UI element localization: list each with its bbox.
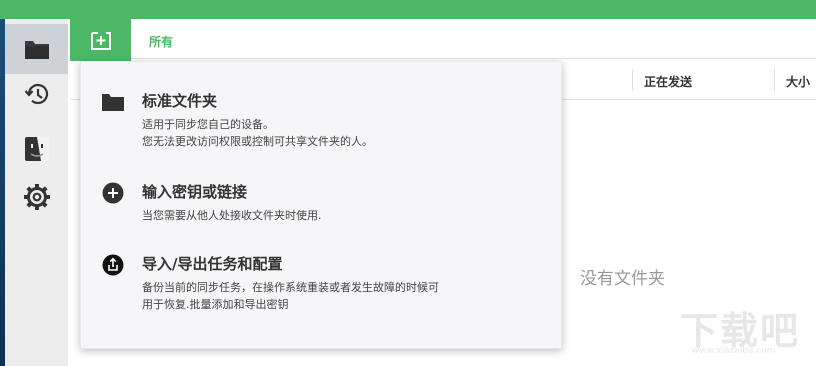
column-header-sending[interactable]: 正在发送 xyxy=(644,73,692,90)
title-bar xyxy=(0,0,816,19)
sidebar-item-finder[interactable] xyxy=(5,124,68,174)
add-folder-button[interactable] xyxy=(70,19,131,61)
column-divider xyxy=(632,69,633,91)
menu-item-title: 输入密钥或链接 xyxy=(142,183,248,201)
column-header-size[interactable]: 大小 xyxy=(786,73,810,90)
menu-item-title: 导入/导出任务和配置 xyxy=(142,255,283,273)
description-line: 您无法更改访问权限或控制可共享文件夹的人。 xyxy=(142,135,373,148)
tab-divider xyxy=(131,58,816,59)
column-divider xyxy=(774,69,775,91)
plus-circle-icon xyxy=(101,181,125,205)
menu-item-description: 当您需要从他人处接收文件夹时使用. xyxy=(142,207,542,224)
description-line: 当您需要从他人处接收文件夹时使用. xyxy=(142,209,322,222)
menu-item-description: 适用于同步您自己的设备。 您无法更改访问权限或控制可共享文件夹的人。 xyxy=(142,116,542,150)
watermark-url: www.xiazaiba.com xyxy=(692,346,776,356)
add-folder-menu: 标准文件夹 适用于同步您自己的设备。 您无法更改访问权限或控制可共享文件夹的人。… xyxy=(80,61,562,349)
description-line: 备份当前的同步任务，在操作系统重装或者发生故障的时候可 xyxy=(142,281,439,294)
watermark: 下载吧 www.xiazaiba.com xyxy=(680,300,810,360)
add-folder-icon xyxy=(90,32,111,50)
gear-icon xyxy=(23,184,50,210)
history-icon xyxy=(24,83,48,105)
sidebar-item-history[interactable] xyxy=(5,69,68,119)
folder-icon xyxy=(101,90,125,114)
sidebar xyxy=(5,19,68,366)
folder-icon xyxy=(24,41,49,59)
tab-all[interactable]: 所有 xyxy=(149,33,173,50)
sidebar-item-settings[interactable] xyxy=(5,172,68,222)
share-icon xyxy=(101,253,125,277)
empty-state-message: 没有文件夹 xyxy=(580,269,665,289)
finder-icon xyxy=(24,137,49,161)
menu-item-title: 标准文件夹 xyxy=(142,92,218,110)
sidebar-item-folders[interactable] xyxy=(5,24,68,74)
description-line: 用于恢复.批量添加和导出密钥 xyxy=(142,298,289,311)
description-line: 适用于同步您自己的设备。 xyxy=(142,118,274,131)
menu-item-description: 备份当前的同步任务，在操作系统重装或者发生故障的时候可 用于恢复.批量添加和导出… xyxy=(142,279,542,313)
